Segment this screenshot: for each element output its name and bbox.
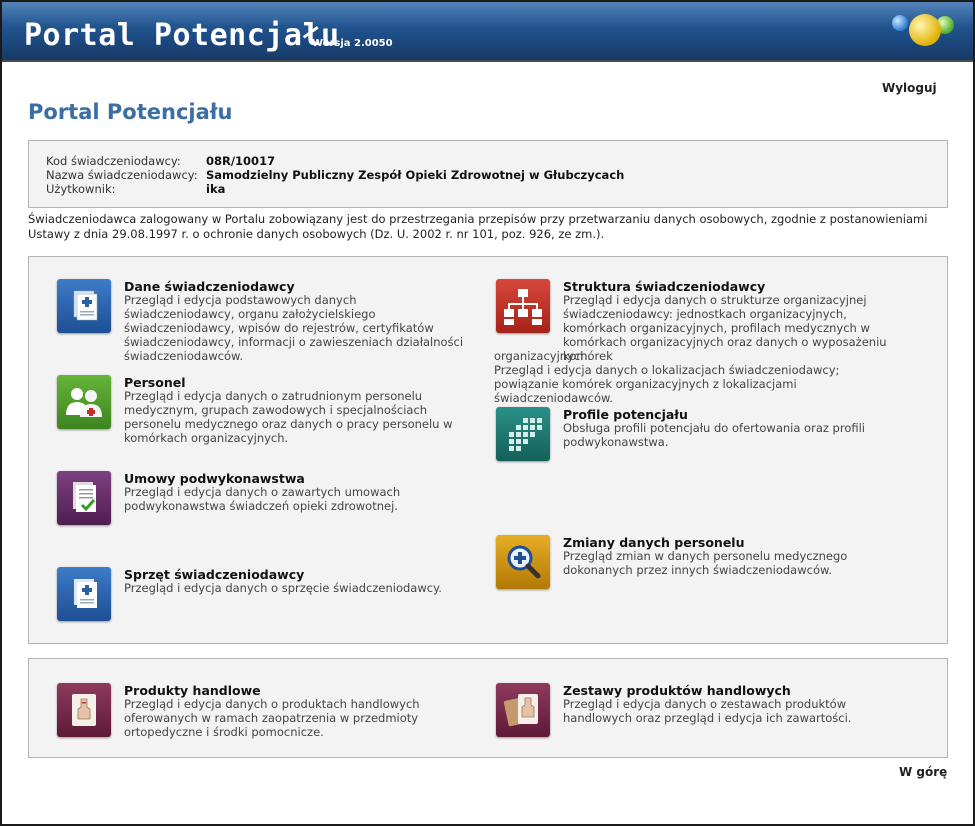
- provider-name-value: Samodzielny Publiczny Zespół Opieki Zdro…: [206, 168, 625, 182]
- document-icon: [57, 279, 111, 333]
- tile-description-secondary: Przegląd i edycja danych o lokalizacjach…: [494, 363, 840, 405]
- medical-staff-icon: [57, 375, 111, 429]
- tile-description: Przegląd i edycja danych o produktach ha…: [124, 697, 420, 739]
- tile-description: Obsługa profili potencjału do ofertowani…: [563, 421, 865, 449]
- tile-commercial-product-sets[interactable]: Zestawy produktów handlowych Przegląd i …: [496, 683, 916, 739]
- user-label: Użytkownik:: [46, 182, 116, 196]
- product-set-icon: [496, 683, 550, 737]
- tile-description-continued: organizacyjnych.: [494, 349, 592, 363]
- org-chart-icon: [496, 279, 550, 333]
- tile-description: Przegląd i edycja danych o sprzęcie świa…: [124, 581, 442, 595]
- provider-code-value: 08R/10017: [206, 154, 276, 168]
- tile-title[interactable]: Personel: [124, 375, 186, 390]
- tile-title[interactable]: Zmiany danych personelu: [563, 535, 744, 550]
- tile-staff[interactable]: Personel Przegląd i edycja danych o zatr…: [57, 375, 467, 445]
- tile-title[interactable]: Zestawy produktów handlowych: [563, 683, 791, 698]
- modules-panel: Dane świadczeniodawcy Przegląd i edycja …: [28, 256, 948, 644]
- product-icon: [57, 683, 111, 737]
- provider-info-box: Kod świadczeniodawcy: 08R/10017 Nazwa świ…: [28, 140, 948, 208]
- tile-description: Przegląd zmian w danych personelu medycz…: [563, 549, 848, 577]
- tile-title[interactable]: Produkty handlowe: [124, 683, 261, 698]
- tile-title[interactable]: Profile potencjału: [563, 407, 688, 422]
- tile-description: Przegląd i edycja danych o zawartych umo…: [124, 485, 401, 513]
- tile-subcontract-agreements[interactable]: Umowy podwykonawstwa Przegląd i edycja d…: [57, 471, 467, 527]
- tile-description: Przegląd i edycja danych o zatrudnionym …: [124, 389, 453, 445]
- app-title: Portal Potencjału: [24, 18, 340, 53]
- contract-icon: [57, 471, 111, 525]
- tile-description: Przegląd i edycja danych o zestawach pro…: [563, 697, 852, 725]
- tile-staff-data-changes[interactable]: Zmiany danych personelu Przegląd zmian w…: [496, 535, 916, 591]
- header-bar: Portal Potencjału Wersja 2.0050: [2, 2, 973, 60]
- tile-title[interactable]: Struktura świadczeniodawcy: [563, 279, 765, 294]
- tile-commercial-products[interactable]: Produkty handlowe Przegląd i edycja dany…: [57, 683, 467, 739]
- tile-description: Przegląd i edycja podstawowych danych św…: [124, 293, 464, 363]
- grid-icon: [496, 407, 550, 461]
- tile-title[interactable]: Umowy podwykonawstwa: [124, 471, 305, 486]
- tile-potential-profiles[interactable]: Profile potencjału Obsługa profili poten…: [496, 407, 916, 463]
- tile-title[interactable]: Dane świadczeniodawcy: [124, 279, 295, 294]
- tile-provider-equipment[interactable]: Sprzęt świadczeniodawcy Przegląd i edycj…: [57, 567, 467, 623]
- app-version: Wersja 2.0050: [312, 38, 393, 49]
- page-title: Portal Potencjału: [28, 100, 233, 124]
- provider-code-label: Kod świadczeniodawcy:: [46, 154, 181, 168]
- logout-link[interactable]: Wyloguj: [882, 81, 937, 95]
- magnifier-icon: [496, 535, 550, 589]
- page-frame: Portal Potencjału Wersja 2.0050 Wyloguj …: [0, 0, 975, 826]
- tile-title[interactable]: Sprzęt świadczeniodawcy: [124, 567, 304, 582]
- logo-balls-icon: [892, 14, 954, 46]
- privacy-notice: Świadczeniodawca zalogowany w Portalu zo…: [28, 212, 928, 241]
- equipment-document-icon: [57, 567, 111, 621]
- products-panel: Produkty handlowe Przegląd i edycja dany…: [28, 658, 948, 758]
- provider-name-label: Nazwa świadczeniodawcy:: [46, 168, 198, 182]
- back-to-top-link[interactable]: W górę: [899, 765, 947, 779]
- tile-provider-data[interactable]: Dane świadczeniodawcy Przegląd i edycja …: [57, 279, 467, 363]
- tile-provider-structure[interactable]: Struktura świadczeniodawcy Przegląd i ed…: [494, 279, 916, 405]
- user-value: ika: [206, 182, 226, 196]
